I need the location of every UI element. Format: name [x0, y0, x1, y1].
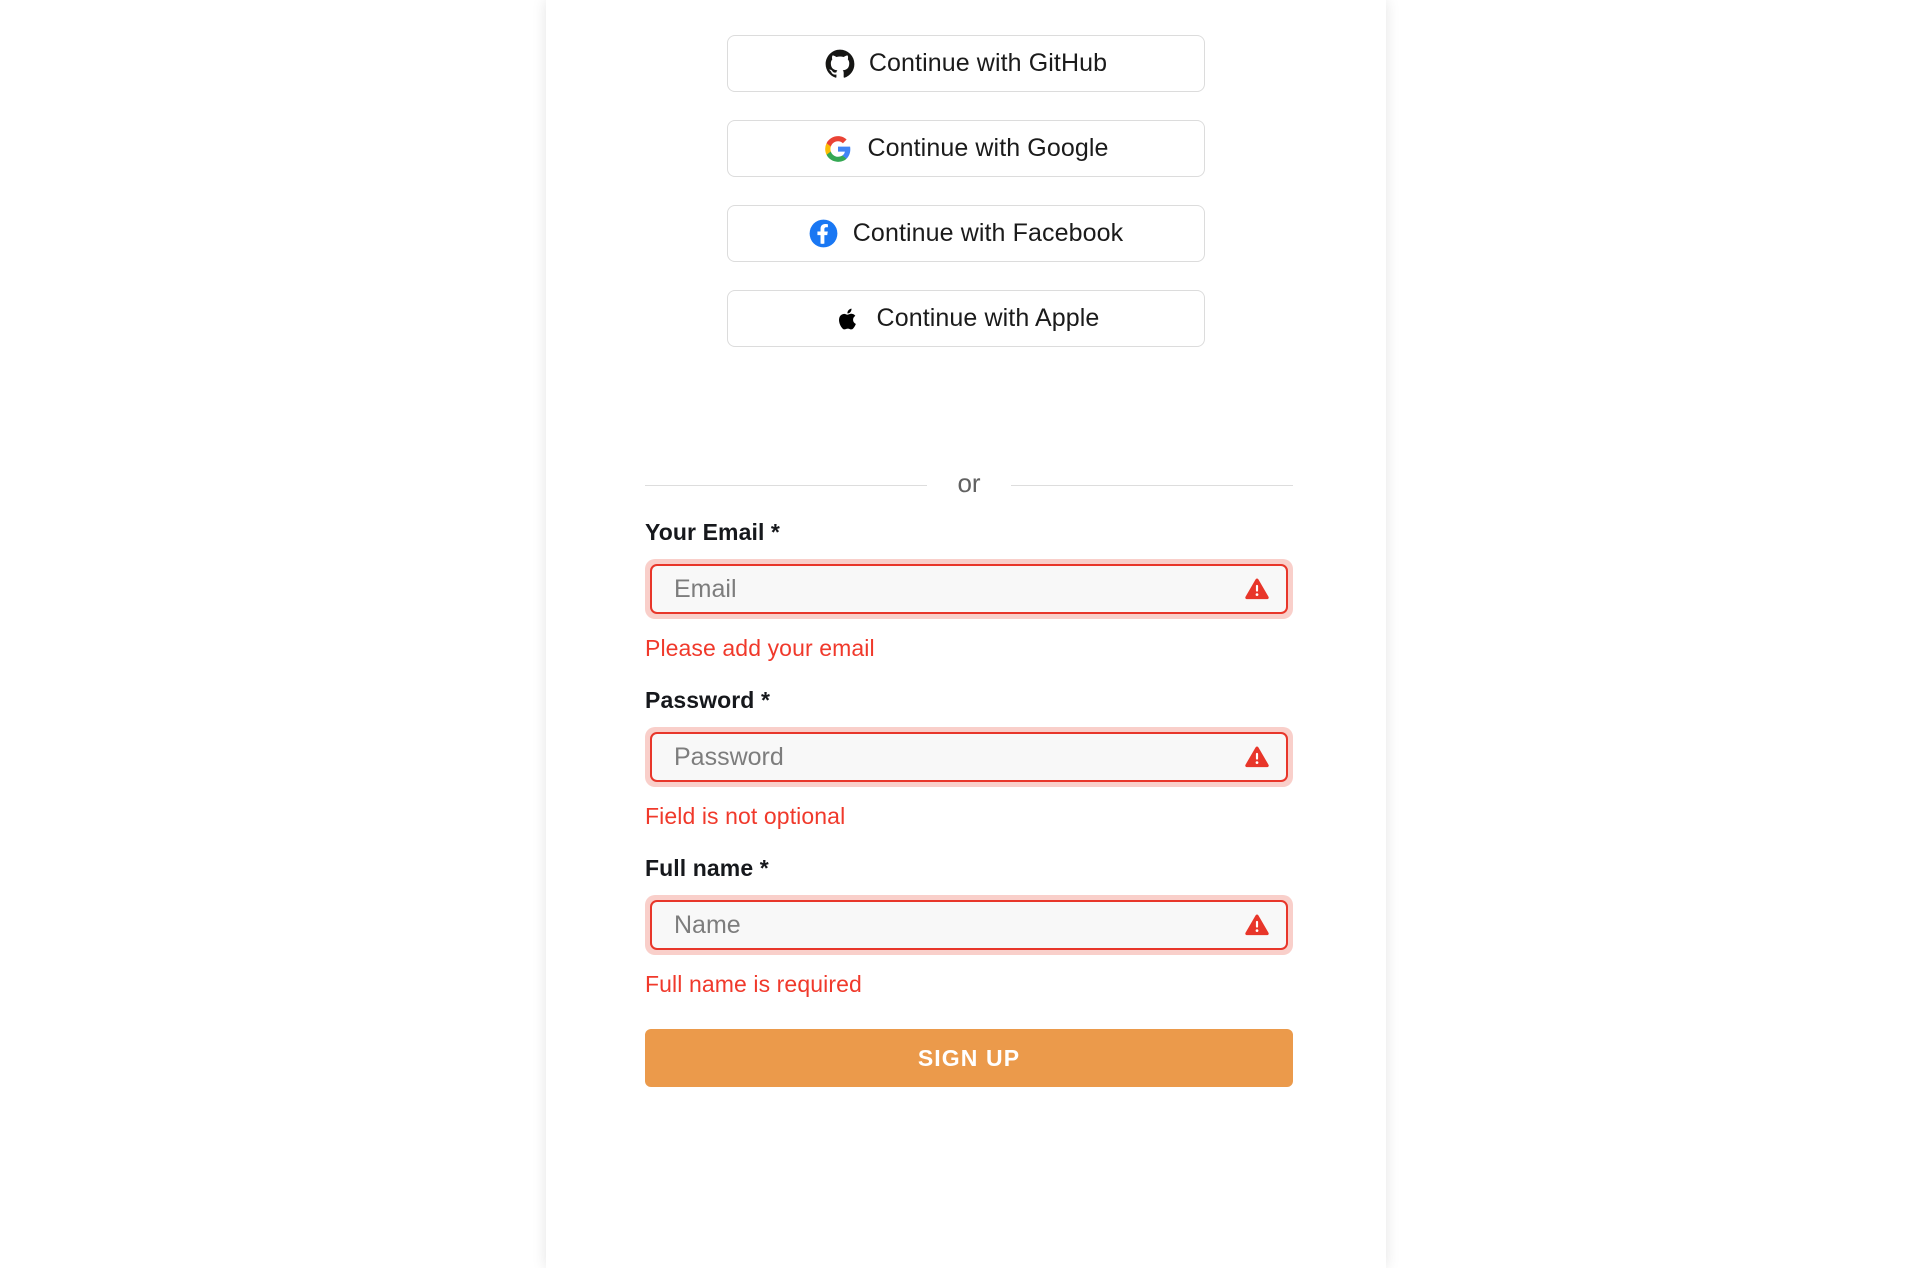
password-label: Password * — [645, 687, 770, 713]
divider-rule-right — [1010, 484, 1293, 486]
email-input-halo — [645, 559, 1293, 619]
email-label: Your Email * — [645, 519, 780, 545]
password-input-halo — [645, 727, 1293, 787]
email-error-message: Please add your email — [645, 635, 875, 661]
fullname-label: Full name * — [645, 855, 769, 881]
continue-with-apple-label: Continue with Apple — [876, 304, 1100, 332]
email-input-shell[interactable] — [650, 564, 1288, 614]
continue-with-apple-button[interactable]: Continue with Apple — [727, 290, 1205, 347]
social-login-list: Continue with GitHub Continue with Googl… — [727, 35, 1205, 347]
fullname-error-message: Full name is required — [645, 971, 862, 997]
fullname-input[interactable] — [652, 902, 1286, 948]
signup-form: Your Email * Please add your email — [645, 519, 1293, 1087]
continue-with-google-button[interactable]: Continue with Google — [727, 120, 1205, 177]
fullname-input-shell[interactable] — [650, 900, 1288, 950]
email-field-group: Your Email * Please add your email — [645, 519, 1293, 662]
github-icon — [825, 49, 855, 79]
google-icon — [823, 134, 853, 164]
page-root: Continue with GitHub Continue with Googl… — [0, 0, 1912, 1268]
continue-with-facebook-label: Continue with Facebook — [852, 219, 1124, 247]
signup-card: Continue with GitHub Continue with Googl… — [546, 0, 1386, 1268]
password-input-shell[interactable] — [650, 732, 1288, 782]
continue-with-facebook-button[interactable]: Continue with Facebook — [727, 205, 1205, 262]
continue-with-github-label: Continue with GitHub — [868, 49, 1108, 77]
password-error-message: Field is not optional — [645, 803, 846, 829]
apple-icon — [833, 304, 863, 334]
divider-label: or — [957, 468, 981, 498]
continue-with-github-button[interactable]: Continue with GitHub — [727, 35, 1205, 92]
email-input[interactable] — [652, 566, 1286, 612]
continue-with-google-label: Continue with Google — [867, 134, 1109, 162]
password-field-group: Password * Field is not optional — [645, 687, 1293, 830]
password-input[interactable] — [652, 734, 1286, 780]
spacer-password-fullname — [645, 830, 1293, 855]
or-divider: or — [645, 468, 1293, 498]
spacer-email-password — [645, 662, 1293, 687]
sign-up-button[interactable]: SIGN UP — [645, 1029, 1293, 1087]
facebook-icon — [809, 219, 839, 249]
fullname-field-group: Full name * Full name is required — [645, 855, 1293, 998]
fullname-input-halo — [645, 895, 1293, 955]
divider-rule-left — [645, 484, 928, 486]
